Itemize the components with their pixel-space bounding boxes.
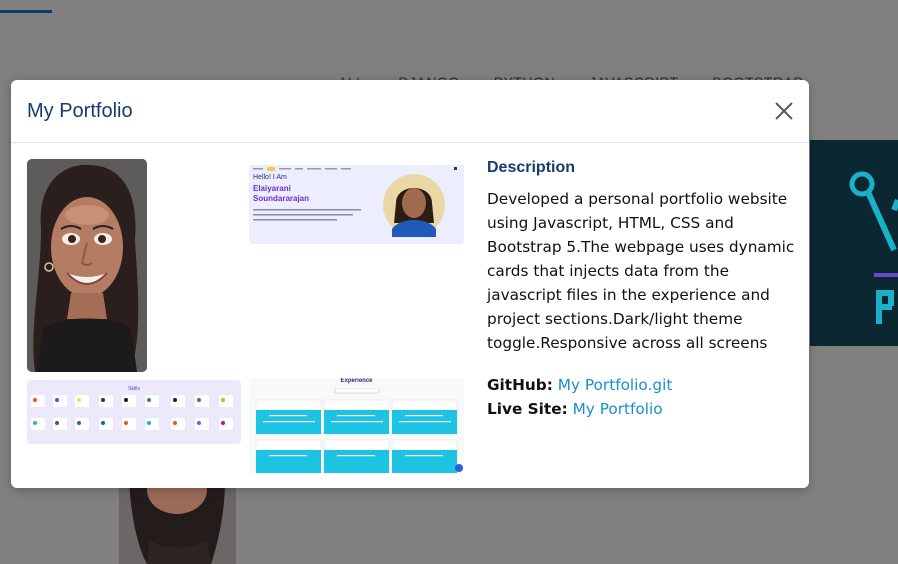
background-project-card-portrait (119, 480, 236, 564)
modal-title: My Portfolio (27, 99, 133, 122)
hero-greeting: Hello! I Am (253, 174, 287, 181)
hero-profile-photo (383, 174, 445, 237)
background-active-tab-indicator (0, 10, 52, 13)
project-description: Description Developed a personal portfol… (487, 159, 797, 355)
experience-heading: Experience (340, 378, 373, 384)
caricature-image (27, 159, 147, 372)
live-site-link[interactable]: My Portfolio (573, 400, 663, 418)
hero-name-line2: Soundararajan (253, 194, 310, 203)
hero-name-line1: Elaiyarani (253, 184, 291, 193)
skills-section-screenshot: Skills (27, 380, 241, 444)
experience-cards (255, 388, 463, 473)
description-heading: Description (487, 159, 576, 176)
github-label: GitHub: (487, 376, 553, 394)
close-icon[interactable] (773, 100, 795, 122)
description-text: Developed a personal portfolio website u… (487, 190, 795, 352)
hero-section-screenshot: Hello! I Am Elaiyarani Soundararajan (249, 159, 464, 244)
live-site-label: Live Site: (487, 400, 568, 418)
background-project-card-image (810, 140, 898, 346)
modal-header: My Portfolio (11, 80, 809, 143)
experience-section-screenshot: Experience (249, 378, 464, 473)
github-link-row: GitHub: My Portfolio.git (487, 373, 672, 397)
hero-intro-lines (253, 209, 361, 221)
live-site-link-row: Live Site: My Portfolio (487, 397, 672, 421)
portfolio-modal: My Portfolio Hello! I Am Elaiyarani Soun… (11, 80, 809, 488)
project-links: GitHub: My Portfolio.git Live Site: My P… (487, 373, 672, 421)
modal-body: Hello! I Am Elaiyarani Soundararajan Ski… (11, 143, 809, 487)
hero-navbar (249, 159, 464, 171)
skills-icon-grid (31, 395, 233, 430)
github-link[interactable]: My Portfolio.git (558, 376, 673, 394)
